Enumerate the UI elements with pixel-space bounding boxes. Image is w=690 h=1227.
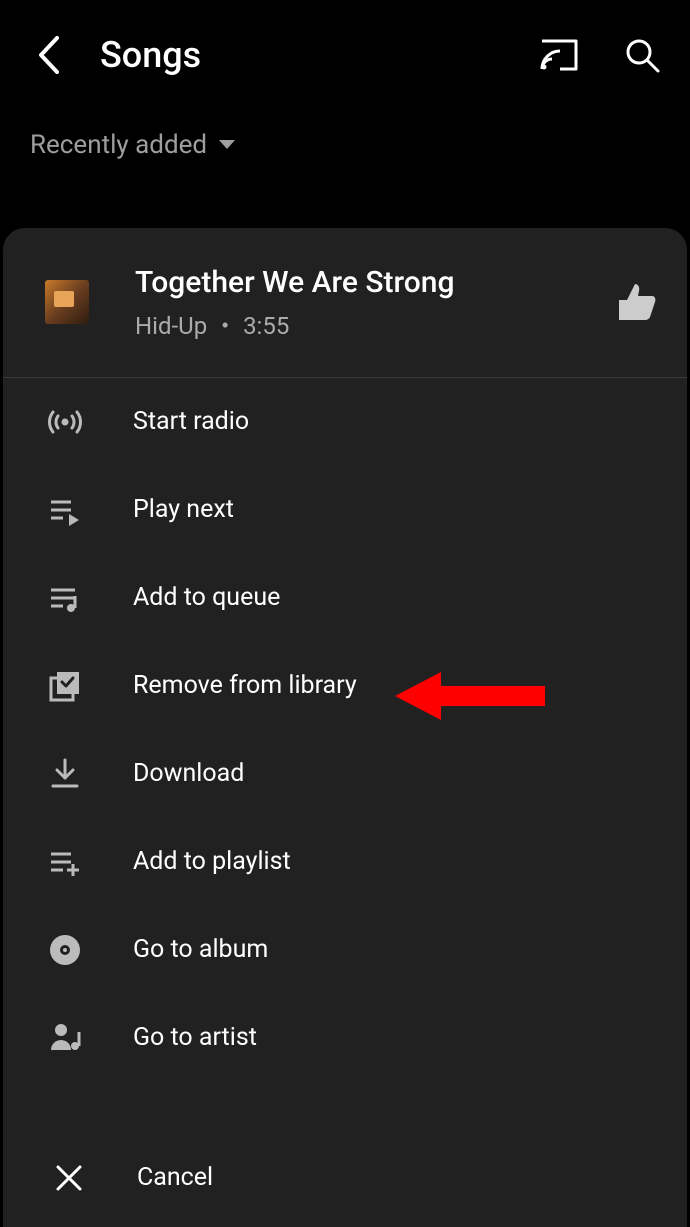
- menu-label: Remove from library: [133, 671, 357, 700]
- song-subtitle: Hid-Up ・ 3:55: [135, 306, 595, 341]
- song-header: Together We Are Strong Hid-Up ・ 3:55: [3, 228, 687, 378]
- sort-label: Recently added: [30, 130, 207, 160]
- menu-label: Add to queue: [133, 583, 280, 612]
- menu-item-add-to-playlist[interactable]: Add to playlist: [3, 818, 687, 906]
- album-icon: [45, 930, 85, 970]
- menu-label: Go to album: [133, 935, 268, 964]
- back-button[interactable]: [30, 37, 66, 73]
- menu-item-download[interactable]: Download: [3, 730, 687, 818]
- menu-item-remove-from-library[interactable]: Remove from library: [3, 642, 687, 730]
- song-info: Together We Are Strong Hid-Up ・ 3:55: [135, 264, 595, 341]
- song-title: Together We Are Strong: [135, 264, 595, 302]
- menu-item-add-to-queue[interactable]: Add to queue: [3, 554, 687, 642]
- app-header: Songs: [0, 0, 690, 110]
- library-check-icon: [45, 666, 85, 706]
- cast-button[interactable]: [540, 39, 578, 71]
- cancel-label: Cancel: [137, 1163, 213, 1192]
- artist-icon: [45, 1018, 85, 1058]
- bottom-sheet: Together We Are Strong Hid-Up ・ 3:55 Sta…: [3, 228, 687, 1227]
- play-next-icon: [45, 490, 85, 530]
- menu-item-start-radio[interactable]: Start radio: [3, 378, 687, 466]
- menu-item-play-next[interactable]: Play next: [3, 466, 687, 554]
- album-art: [45, 280, 89, 324]
- menu-label: Download: [133, 759, 244, 788]
- chevron-down-icon: [217, 138, 237, 152]
- thumbs-up-icon: [615, 282, 657, 322]
- cast-icon: [540, 39, 578, 71]
- queue-icon: [45, 578, 85, 618]
- menu-item-go-to-album[interactable]: Go to album: [3, 906, 687, 994]
- menu-item-go-to-artist[interactable]: Go to artist: [3, 994, 687, 1082]
- cancel-button[interactable]: Cancel: [3, 1127, 687, 1227]
- sort-dropdown[interactable]: Recently added: [0, 110, 690, 182]
- menu-label: Start radio: [133, 407, 249, 436]
- search-icon: [624, 37, 660, 73]
- menu-list: Start radio Play next Add to queue Remov…: [3, 378, 687, 1128]
- page-title: Songs: [100, 34, 540, 76]
- close-icon: [53, 1158, 85, 1198]
- chevron-left-icon: [37, 36, 59, 74]
- header-actions: [540, 37, 660, 73]
- search-button[interactable]: [624, 37, 660, 73]
- playlist-add-icon: [45, 842, 85, 882]
- menu-label: Go to artist: [133, 1023, 257, 1052]
- download-icon: [45, 754, 85, 794]
- menu-label: Play next: [133, 495, 234, 524]
- menu-label: Add to playlist: [133, 847, 291, 876]
- like-button[interactable]: [615, 282, 657, 322]
- radio-icon: [45, 402, 85, 442]
